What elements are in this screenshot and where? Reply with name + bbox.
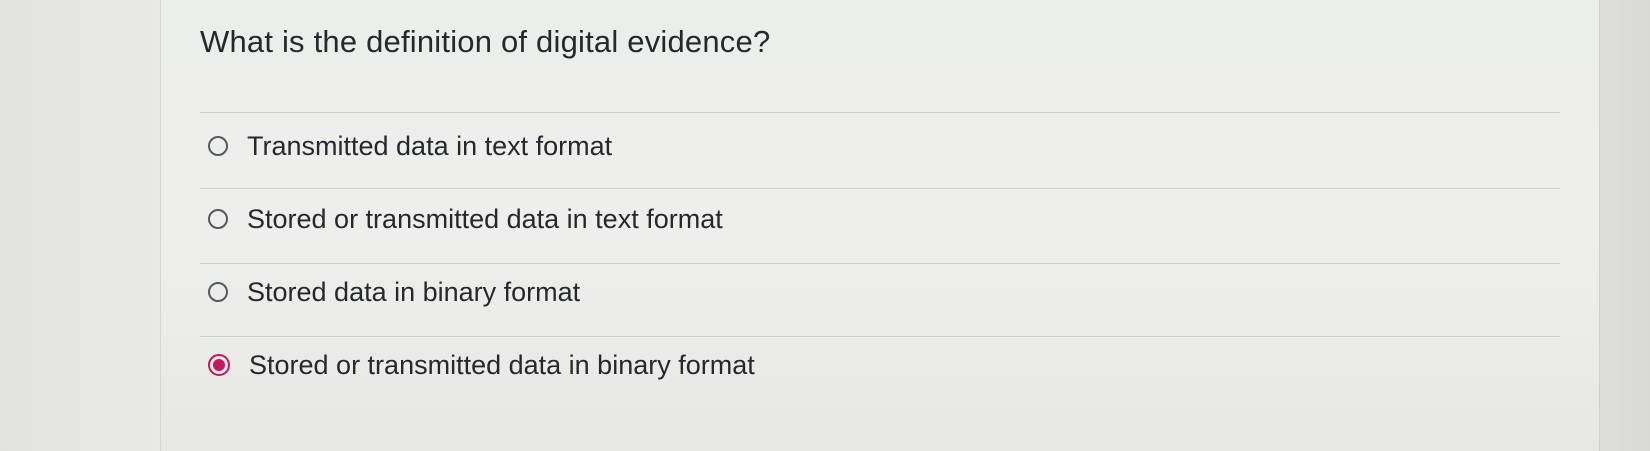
- question-text: What is the definition of digital eviden…: [200, 24, 771, 59]
- radio-icon[interactable]: [208, 282, 228, 302]
- option-2[interactable]: Stored data in binary format: [208, 272, 580, 312]
- option-label: Transmitted data in text format: [247, 130, 613, 161]
- divider: [200, 336, 1560, 337]
- option-1[interactable]: Stored or transmitted data in text forma…: [208, 199, 723, 239]
- option-3[interactable]: Stored or transmitted data in binary for…: [208, 345, 755, 385]
- divider: [200, 112, 1560, 113]
- option-label: Stored or transmitted data in binary for…: [249, 349, 755, 380]
- option-label: Stored or transmitted data in text forma…: [247, 203, 723, 234]
- radio-dot-icon: [213, 359, 225, 371]
- divider: [200, 188, 1560, 189]
- option-label: Stored data in binary format: [247, 276, 581, 307]
- radio-selected-icon[interactable]: [208, 354, 230, 376]
- radio-icon[interactable]: [208, 136, 228, 156]
- option-0[interactable]: Transmitted data in text format: [208, 126, 612, 166]
- divider: [200, 263, 1560, 264]
- radio-icon[interactable]: [208, 209, 228, 229]
